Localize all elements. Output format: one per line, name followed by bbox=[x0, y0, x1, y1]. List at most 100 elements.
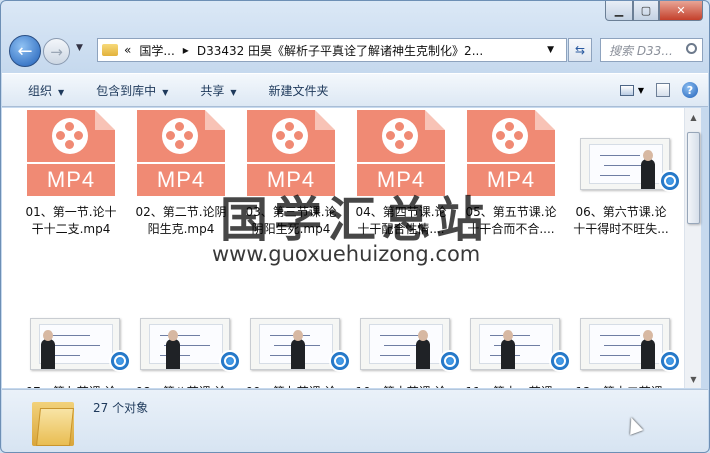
file-name-line1: 04、第四节课.论 bbox=[355, 205, 447, 219]
file-item[interactable]: 12、第十二节课.论用神格局高... bbox=[566, 290, 681, 388]
mp4-file-icon: MP4 bbox=[27, 110, 115, 196]
file-name: 10、第十节课.论用神变化.mp4 bbox=[346, 384, 456, 388]
file-name-line1: 06、第六节课.论 bbox=[575, 205, 667, 219]
address-dropdown-icon[interactable]: ▼ bbox=[547, 45, 554, 55]
organize-label: 组织 bbox=[28, 83, 53, 98]
breadcrumb-current-folder[interactable]: D33432 田昊《解析子平真诠了解诸神生克制化》2... bbox=[197, 42, 483, 59]
file-item[interactable]: 09、第九节课.论用神成败救应.... bbox=[236, 290, 351, 388]
video-thumbnail bbox=[27, 290, 131, 376]
file-item[interactable]: 10、第十节课.论用神变化.mp4 bbox=[346, 290, 461, 388]
refresh-icon: ⇆ bbox=[574, 43, 586, 57]
maximize-button[interactable]: ▢ bbox=[633, 1, 659, 21]
file-name: 12、第十二节课.论用神格局高... bbox=[566, 384, 676, 388]
recent-pages-dropdown[interactable]: ▼ bbox=[76, 43, 83, 53]
window-controls: ▁ ▢ ✕ bbox=[605, 1, 703, 21]
organize-menu[interactable]: 组织 ▼ bbox=[28, 82, 64, 99]
file-item[interactable]: 11、第十一节课.论用神纯杂.mp4 bbox=[456, 290, 571, 388]
forward-button[interactable]: → bbox=[43, 38, 70, 65]
folder-icon bbox=[32, 398, 74, 446]
search-input[interactable]: 搜索 D33... bbox=[600, 38, 703, 62]
change-view-button[interactable]: ▼ bbox=[619, 84, 644, 96]
breadcrumb-guoxue[interactable]: 国学... bbox=[139, 42, 174, 59]
file-name: 04、第四节课.论 十干配合性情.... bbox=[346, 204, 456, 238]
chevron-down-icon: ▼ bbox=[162, 87, 169, 97]
file-name-line2: 十干配合性情.... bbox=[357, 222, 445, 236]
breadcrumb-separator[interactable]: ▸ bbox=[183, 43, 189, 57]
file-item[interactable]: 07、第七节课.论刑冲会合解法.... bbox=[16, 290, 131, 388]
file-name-line1: 02、第二节.论阴 bbox=[135, 205, 227, 219]
address-bar[interactable]: « 国学... ▸ D33432 田昊《解析子平真诠了解诸神生克制化》2... … bbox=[97, 38, 567, 62]
file-item[interactable]: 06、第六节课.论 十干得时不旺失... bbox=[566, 110, 681, 250]
help-button[interactable]: ? bbox=[682, 82, 698, 98]
folder-icon bbox=[102, 44, 118, 56]
preview-pane-button[interactable] bbox=[656, 83, 670, 97]
video-player-badge-icon bbox=[659, 170, 681, 192]
item-count: 27 个对象 bbox=[93, 401, 149, 415]
scroll-down-icon[interactable]: ▼ bbox=[687, 372, 700, 386]
scrollbar-thumb[interactable] bbox=[687, 132, 700, 224]
file-name-line1: 08、第八节课.论 bbox=[126, 384, 236, 388]
file-item[interactable]: MP4 05、第五节课.论 十干合而不合.... bbox=[456, 110, 566, 250]
file-name-line2: 十干得时不旺失... bbox=[573, 222, 669, 236]
file-name: 02、第二节.论阴 阳生克.mp4 bbox=[126, 204, 236, 238]
search-placeholder: 搜索 D33... bbox=[609, 43, 673, 58]
file-name-line1: 03、第三节课.论 bbox=[245, 205, 337, 219]
navigation-buttons: ← → ▼ bbox=[9, 35, 99, 67]
minimize-icon: ▁ bbox=[614, 4, 624, 17]
file-item[interactable]: MP4 03、第三节课.论 阴阳生死.mp4 bbox=[236, 110, 346, 250]
file-item[interactable]: 08、第八节课.论用神.mp4 bbox=[126, 290, 241, 388]
refresh-button[interactable]: ⇆ bbox=[568, 38, 592, 62]
share-label: 共享 bbox=[200, 83, 225, 98]
mp4-file-icon: MP4 bbox=[467, 110, 555, 196]
video-thumbnail bbox=[467, 290, 571, 376]
file-name-line1: 07、第七节课.论 bbox=[16, 384, 126, 388]
back-arrow-icon: ← bbox=[17, 40, 33, 62]
mp4-label: MP4 bbox=[27, 162, 115, 196]
file-name: 03、第三节课.论 阴阳生死.mp4 bbox=[236, 204, 346, 238]
file-name-line1: 10、第十节课.论 bbox=[346, 384, 456, 388]
file-list: MP4 01、第一节.论十 干十二支.mp4 MP4 02、第二节.论阴 阳生克.mp4 M… bbox=[2, 108, 684, 388]
new-folder-button[interactable]: 新建文件夹 bbox=[269, 82, 329, 99]
mp4-label: MP4 bbox=[137, 162, 225, 196]
file-name-line2: 阳生克.mp4 bbox=[147, 222, 215, 236]
share-menu[interactable]: 共享 ▼ bbox=[200, 82, 236, 99]
mp4-label: MP4 bbox=[247, 162, 335, 196]
vertical-scrollbar[interactable]: ▲ ▼ bbox=[684, 108, 701, 388]
file-item[interactable]: MP4 04、第四节课.论 十干配合性情.... bbox=[346, 110, 456, 250]
video-thumbnail bbox=[577, 290, 681, 376]
file-name-line2: 十干合而不合.... bbox=[467, 222, 555, 236]
video-thumbnail bbox=[357, 290, 461, 376]
chevron-down-icon: ▼ bbox=[58, 87, 65, 97]
file-name-line1: 11、第十一节课. bbox=[456, 384, 566, 388]
file-name-line1: 12、第十二节课. bbox=[566, 384, 676, 388]
scroll-up-icon[interactable]: ▲ bbox=[687, 110, 700, 124]
mp4-file-icon: MP4 bbox=[247, 110, 335, 196]
file-name: 01、第一节.论十 干十二支.mp4 bbox=[16, 204, 126, 238]
command-bar: 组织 ▼ 包含到库中 ▼ 共享 ▼ 新建文件夹 ▼ ? bbox=[2, 73, 708, 107]
video-thumbnail bbox=[577, 110, 681, 196]
breadcrumb-overflow[interactable]: « bbox=[124, 43, 131, 57]
close-button[interactable]: ✕ bbox=[659, 1, 703, 21]
back-button[interactable]: ← bbox=[9, 35, 41, 67]
maximize-icon: ▢ bbox=[640, 4, 652, 17]
mp4-label: MP4 bbox=[467, 162, 555, 196]
file-name: 06、第六节课.论 十干得时不旺失... bbox=[566, 204, 676, 238]
include-library-menu[interactable]: 包含到库中 ▼ bbox=[96, 82, 168, 99]
file-name: 05、第五节课.论 十干合而不合.... bbox=[456, 204, 566, 238]
new-folder-label: 新建文件夹 bbox=[268, 83, 329, 98]
file-name: 09、第九节课.论用神成败救应.... bbox=[236, 384, 346, 388]
file-name-line1: 09、第九节课.论 bbox=[236, 384, 346, 388]
help-icon: ? bbox=[686, 83, 694, 97]
explorer-window: ▁ ▢ ✕ ← → ▼ « 国学... ▸ D33432 田昊《解析子平真诠了解… bbox=[0, 0, 710, 453]
file-item[interactable]: MP4 02、第二节.论阴 阳生克.mp4 bbox=[126, 110, 236, 250]
file-name: 11、第十一节课.论用神纯杂.mp4 bbox=[456, 384, 566, 388]
file-name: 07、第七节课.论刑冲会合解法.... bbox=[16, 384, 126, 388]
file-name-line2: 干十二支.mp4 bbox=[31, 222, 111, 236]
file-name-line1: 05、第五节课.论 bbox=[465, 205, 557, 219]
chevron-down-icon: ▼ bbox=[230, 87, 237, 97]
minimize-button[interactable]: ▁ bbox=[605, 1, 633, 21]
search-icon bbox=[686, 43, 697, 54]
video-thumbnail bbox=[247, 290, 351, 376]
video-thumbnail bbox=[137, 290, 241, 376]
file-item[interactable]: MP4 01、第一节.论十 干十二支.mp4 bbox=[16, 110, 126, 250]
